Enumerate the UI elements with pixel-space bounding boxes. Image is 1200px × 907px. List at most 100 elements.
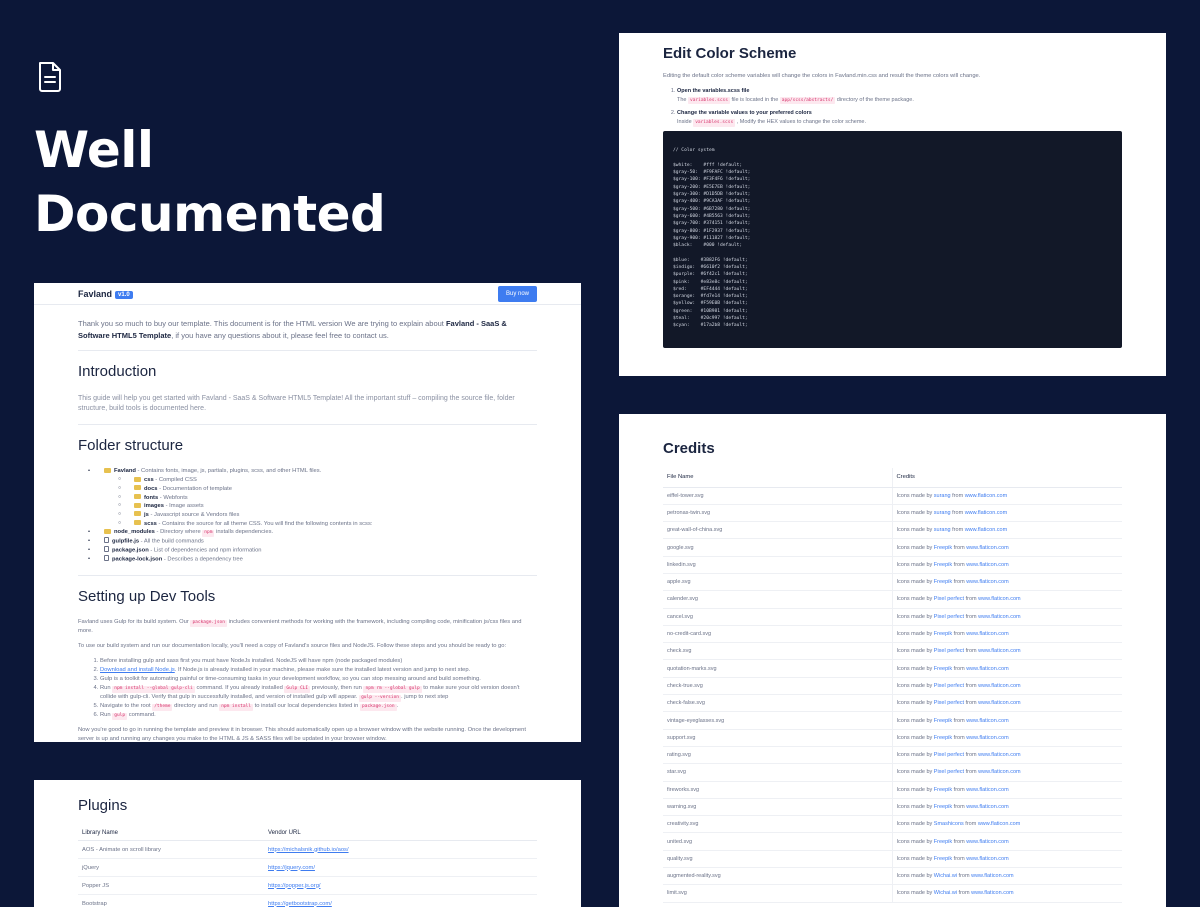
tree-item-js: js - Javascript source & Vendors files — [118, 511, 537, 520]
author-link[interactable]: Wichai.wi — [934, 890, 957, 896]
hero-title: Well Documented — [34, 118, 386, 246]
flaticon-link[interactable]: www.flaticon.com — [966, 545, 1009, 551]
credit-text: Icons made by — [896, 631, 934, 638]
vendor-url-link[interactable]: https://michalsnik.github.io/aos/ — [268, 847, 349, 853]
dev-tools-outro: Now you're good to go in running the tem… — [78, 726, 526, 742]
flaticon-link[interactable]: www.flaticon.com — [966, 856, 1009, 862]
vendor-url-link[interactable]: https://popper.js.org/ — [268, 883, 321, 889]
flaticon-link[interactable]: www.flaticon.com — [965, 493, 1008, 499]
file-name: limit.svg — [663, 884, 893, 903]
author-link[interactable]: Freepik — [934, 856, 952, 862]
author-link[interactable]: Freepik — [934, 787, 952, 793]
flaticon-link[interactable]: www.flaticon.com — [971, 890, 1014, 896]
folder-icon — [104, 528, 111, 534]
flaticon-link[interactable]: www.flaticon.com — [966, 579, 1009, 585]
author-link[interactable]: Pixel perfect — [934, 700, 964, 706]
file-name: rating.svg — [663, 746, 893, 765]
credit-text: from — [964, 682, 979, 689]
tree-item-images: images - Image assets — [118, 502, 537, 511]
download-node-link[interactable]: Download and install Node.js — [100, 667, 175, 673]
file-name: check-true.svg — [663, 677, 893, 696]
code-block[interactable]: // Color system $white: #fff !default; $… — [663, 131, 1122, 349]
inline-code: variables.scss — [693, 119, 736, 127]
flaticon-link[interactable]: www.flaticon.com — [966, 839, 1009, 845]
tree-item-desc: - All the build commands — [139, 538, 204, 545]
flaticon-link[interactable]: www.flaticon.com — [966, 735, 1009, 741]
flaticon-link[interactable]: www.flaticon.com — [978, 596, 1021, 602]
plugins-card: Plugins Library Name Vendor URL AOS - An… — [34, 780, 581, 907]
tree-item-desc: - Describes a dependency tree — [162, 556, 243, 563]
doc-body: Thank you so much to buy our template. T… — [34, 305, 581, 742]
table-row: apple.svg Icons made by Freepik from www.… — [663, 573, 1122, 592]
vendor-url-link[interactable]: https://jquery.com/ — [268, 865, 315, 871]
brand-logo[interactable]: Favland v1.0 — [78, 289, 133, 299]
author-link[interactable]: Pixel perfect — [934, 648, 964, 654]
author-link[interactable]: surang — [934, 527, 951, 533]
author-link[interactable]: Freepik — [934, 839, 952, 845]
author-link[interactable]: Smashicons — [934, 821, 964, 827]
folder-tree: Favland - Contains fonts, image, js, par… — [88, 467, 537, 564]
author-link[interactable]: surang — [934, 493, 951, 499]
author-link[interactable]: Wichai.wi — [934, 873, 957, 879]
file-name: cancel.svg — [663, 608, 893, 626]
folder-structure-heading: Folder structure — [78, 437, 184, 455]
step-text: to install our local dependencies listed… — [253, 702, 361, 709]
folder-icon — [134, 476, 141, 482]
tree-item-docs: docs - Documentation of template — [118, 485, 537, 494]
author-link[interactable]: Pixel perfect — [934, 596, 964, 602]
flaticon-link[interactable]: www.flaticon.com — [978, 821, 1021, 827]
author-link[interactable]: Freepik — [934, 735, 952, 741]
table-row: quality.svg Icons made by Freepik from ww… — [663, 850, 1122, 869]
vendor-url-link[interactable]: https://getbootstrap.com/ — [268, 901, 332, 907]
step-text: Inside — [677, 119, 694, 126]
table-row: quotation-marks.svg Icons made by Freepik… — [663, 659, 1122, 678]
author-link[interactable]: Pixel perfect — [934, 614, 964, 620]
intro-heading: Introduction — [78, 363, 157, 381]
author-link[interactable]: Freepik — [934, 545, 952, 551]
tree-item-node-modules: node_modules - Directory where npm insta… — [88, 528, 537, 537]
flaticon-link[interactable]: www.flaticon.com — [978, 648, 1021, 654]
flaticon-link[interactable]: www.flaticon.com — [978, 614, 1021, 620]
credit-cell: Icons made by Freepik from www.flaticon.… — [892, 659, 1122, 678]
credit-text: Icons made by — [896, 717, 934, 724]
author-link[interactable]: Freepik — [934, 718, 952, 724]
table-row: check.svg Icons made by Pixel perfect fro… — [663, 642, 1122, 661]
flaticon-link[interactable]: www.flaticon.com — [978, 700, 1021, 706]
flaticon-link[interactable]: www.flaticon.com — [966, 787, 1009, 793]
flaticon-link[interactable]: www.flaticon.com — [966, 718, 1009, 724]
author-link[interactable]: Freepik — [934, 804, 952, 810]
intro-text: This guide will help you get started wit… — [78, 394, 515, 413]
step-text: command. If you already installed — [194, 684, 285, 691]
file-name: star.svg — [663, 763, 893, 782]
flaticon-link[interactable]: www.flaticon.com — [966, 562, 1009, 568]
credit-text: from — [952, 717, 967, 724]
flaticon-link[interactable]: www.flaticon.com — [966, 666, 1009, 672]
step-text: . If Node.js is already installed in you… — [174, 666, 471, 673]
table-row: star.svg Icons made by Pixel perfect from… — [663, 763, 1122, 782]
table-row: augmented-reality.svg Icons made by Wicha… — [663, 867, 1122, 886]
tree-item-name: Favland — [114, 468, 136, 475]
table-row: united.svg Icons made by Freepik from www… — [663, 832, 1122, 851]
author-link[interactable]: Freepik — [934, 562, 952, 568]
author-link[interactable]: surang — [934, 510, 951, 516]
credit-text: from — [957, 890, 972, 897]
flaticon-link[interactable]: www.flaticon.com — [966, 631, 1009, 637]
file-name: vintage-eyeglasses.svg — [663, 711, 893, 730]
flaticon-link[interactable]: www.flaticon.com — [965, 510, 1008, 516]
flaticon-link[interactable]: www.flaticon.com — [971, 873, 1014, 879]
author-link[interactable]: Pixel perfect — [934, 683, 964, 689]
flaticon-link[interactable]: www.flaticon.com — [978, 683, 1021, 689]
flaticon-link[interactable]: www.flaticon.com — [965, 527, 1008, 533]
author-link[interactable]: Freepik — [934, 631, 952, 637]
flaticon-link[interactable]: www.flaticon.com — [966, 804, 1009, 810]
file-name: petronas-twin.svg — [663, 504, 893, 523]
buy-now-button[interactable]: Buy now — [498, 286, 537, 302]
flaticon-link[interactable]: www.flaticon.com — [978, 769, 1021, 775]
author-link[interactable]: Pixel perfect — [934, 769, 964, 775]
author-link[interactable]: Pixel perfect — [934, 752, 964, 758]
table-row: limit.svg Icons made by Wichai.wi from ww… — [663, 884, 1122, 903]
author-link[interactable]: Freepik — [934, 579, 952, 585]
flaticon-link[interactable]: www.flaticon.com — [978, 752, 1021, 758]
file-name: calender.svg — [663, 590, 893, 609]
author-link[interactable]: Freepik — [934, 666, 952, 672]
